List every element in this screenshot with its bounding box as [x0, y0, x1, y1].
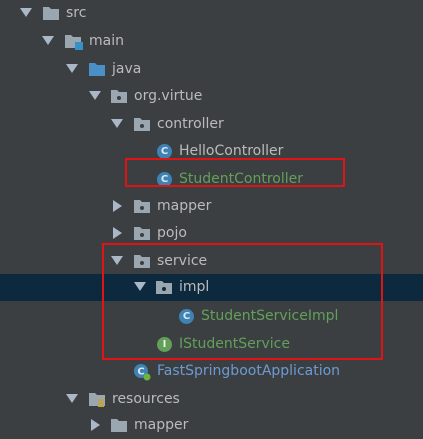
tree-node-label: controller — [157, 116, 224, 132]
tree-node-controller[interactable]: controller — [0, 111, 423, 138]
expand-arrow-icon[interactable] — [66, 394, 78, 403]
tree-node-label: FastSpringbootApplication — [157, 363, 341, 379]
tree-node-label: main — [89, 33, 124, 49]
spring-boot-app-icon: C — [134, 364, 151, 381]
tree-node-mapper[interactable]: mapper — [0, 193, 423, 220]
package-icon — [134, 227, 150, 240]
resources-folder-icon — [89, 393, 105, 407]
tree-node-resources[interactable]: resources — [0, 386, 423, 413]
expand-arrow-icon[interactable] — [111, 119, 123, 128]
expand-arrow-icon[interactable] — [42, 36, 54, 45]
highlight-box-student-controller — [125, 158, 345, 187]
tree-node-org-virtue[interactable]: org.virtue — [0, 83, 423, 110]
tree-node-label: mapper — [157, 198, 212, 214]
source-root-folder-icon — [65, 35, 83, 50]
expand-arrow-icon[interactable] — [20, 8, 32, 17]
tree-node-label: src — [66, 5, 87, 21]
source-folder-icon — [89, 63, 105, 76]
folder-icon — [111, 419, 127, 432]
tree-node-label: mapper — [134, 417, 189, 433]
tree-node-main[interactable]: main — [0, 28, 423, 55]
project-tree: src main java org.virtue controller C He… — [0, 0, 423, 433]
package-icon — [134, 118, 150, 131]
class-icon: C — [157, 144, 172, 159]
collapse-arrow-icon[interactable] — [113, 227, 122, 239]
package-icon — [134, 200, 150, 213]
tree-node-resources-mapper[interactable]: mapper — [0, 412, 423, 439]
tree-node-label: resources — [112, 391, 180, 407]
folder-icon — [43, 7, 59, 20]
expand-arrow-icon[interactable] — [89, 91, 101, 100]
tree-node-label: org.virtue — [134, 88, 203, 104]
collapse-arrow-icon[interactable] — [91, 419, 100, 431]
tree-node-src[interactable]: src — [0, 0, 423, 27]
collapse-arrow-icon[interactable] — [113, 200, 122, 212]
tree-node-fast-springboot-application[interactable]: C FastSpringbootApplication — [0, 358, 423, 385]
tree-node-java[interactable]: java — [0, 56, 423, 83]
svg-text:C: C — [137, 367, 144, 378]
expand-arrow-icon[interactable] — [66, 64, 78, 73]
tree-node-label: java — [112, 61, 142, 77]
package-icon — [111, 90, 127, 103]
highlight-box-service — [102, 243, 383, 360]
